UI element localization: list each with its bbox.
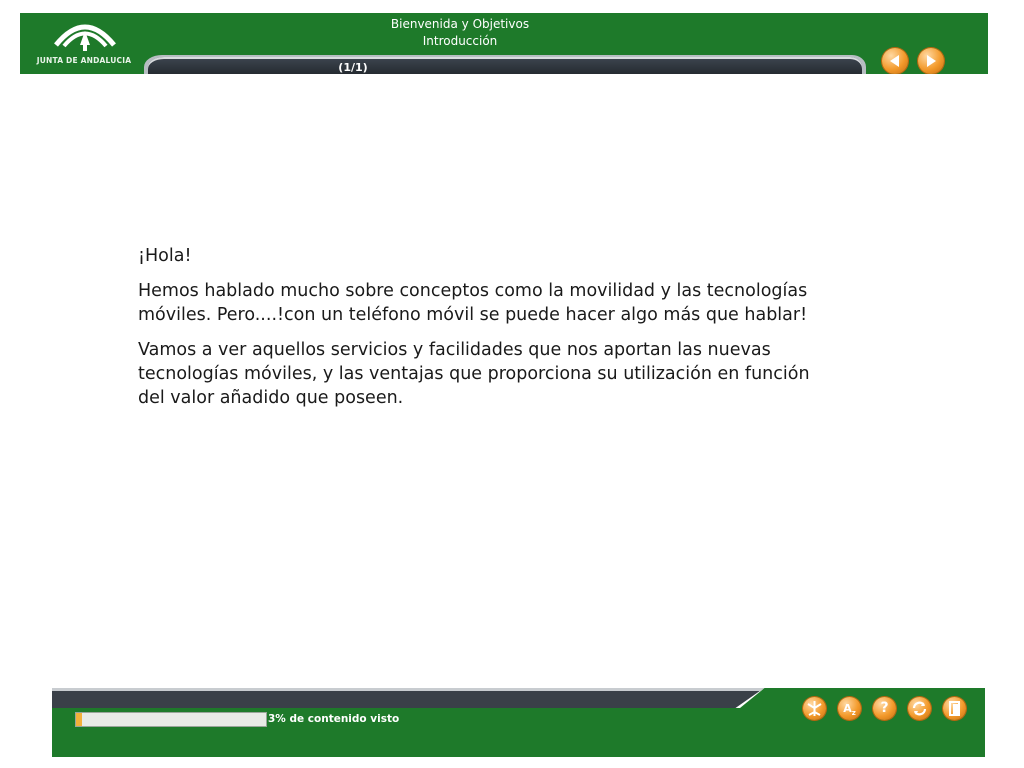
intro-paragraph: Hemos hablado mucho sobre conceptos como… xyxy=(138,281,808,325)
page-title: Bienvenida y Objetivos xyxy=(390,17,530,31)
help-icon: ? xyxy=(880,700,889,716)
refresh-icon xyxy=(912,701,927,716)
header-bar: JUNTA DE ANDALUCIA Bienvenida y Objetivo… xyxy=(20,13,988,74)
exit-button[interactable] xyxy=(943,697,966,720)
refresh-button[interactable] xyxy=(908,697,931,720)
page-title-block: Bienvenida y Objetivos Introducción xyxy=(320,16,600,50)
logo-text: JUNTA DE ANDALUCIA xyxy=(36,56,132,65)
previous-page-button[interactable] xyxy=(882,48,908,74)
map-button[interactable] xyxy=(803,697,826,720)
progress-bar xyxy=(75,712,267,727)
glossary-az-icon: Az xyxy=(843,702,856,718)
progress-bar-fill xyxy=(76,713,82,726)
arrow-left-icon xyxy=(890,55,899,67)
page-counter: (1/1) xyxy=(338,61,368,74)
glossary-button[interactable]: Az xyxy=(838,697,861,720)
help-button[interactable]: ? xyxy=(873,697,896,720)
progress-label: 3% de contenido visto xyxy=(268,713,400,725)
greeting-paragraph: ¡Hola! xyxy=(138,246,192,266)
exit-icon xyxy=(949,701,960,716)
page-subtitle: Introducción xyxy=(422,34,498,48)
header-band xyxy=(148,57,862,74)
objectives-paragraph: Vamos a ver aquellos servicios y facilid… xyxy=(138,340,810,408)
next-page-button[interactable] xyxy=(918,48,944,74)
footer-band xyxy=(52,688,764,708)
arrow-right-icon xyxy=(927,55,936,67)
junta-andalucia-logo: JUNTA DE ANDALUCIA xyxy=(20,13,148,74)
map-icon xyxy=(807,701,822,716)
lesson-content: ¡Hola! Hemos hablado mucho sobre concept… xyxy=(138,244,838,421)
